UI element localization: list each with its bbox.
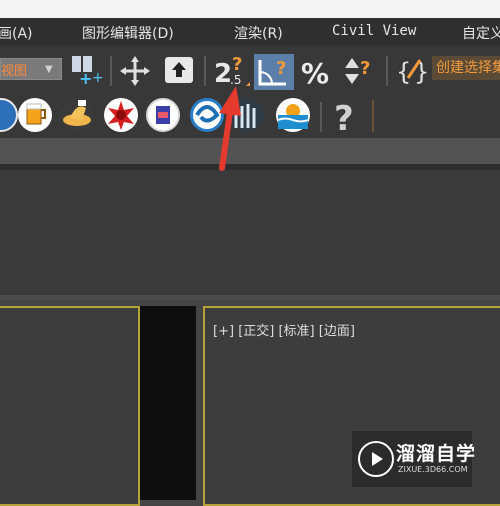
toolbar-divider: [386, 56, 388, 86]
watermark: 溜溜自学 ZIXUE.3D66.COM: [352, 431, 475, 487]
menu-graph-editors[interactable]: 图形编辑器(D): [82, 23, 174, 43]
svg-text:}: }: [414, 58, 429, 86]
edit-named-selection-icon[interactable]: { }: [394, 54, 430, 88]
watermark-title: 溜溜自学: [396, 443, 477, 465]
svg-text:+: +: [92, 70, 104, 86]
viewport-display-edged-faces[interactable]: [边面]: [319, 324, 355, 339]
menu-civil-view[interactable]: Civil View: [332, 23, 416, 39]
help-label: ?: [334, 99, 354, 134]
help-icon[interactable]: ?: [332, 98, 362, 134]
waterfall-icon[interactable]: [230, 98, 264, 132]
angle-snap-icon[interactable]: ?: [254, 54, 294, 90]
snap-25-sub: .5: [230, 73, 241, 87]
menu-bar: 动画(A) 图形编辑器(D) 渲染(R) Civil View 自定义: [0, 18, 500, 46]
toolbar-divider: [320, 102, 322, 132]
svg-text:{: {: [396, 58, 411, 86]
ribbon-band: [0, 138, 500, 164]
main-toolbar: 视图 ▼ + + 2 .5 ? ? % ? {} 创建选择集: [0, 46, 500, 96]
viewport-shading-standard[interactable]: [标准]: [278, 324, 314, 339]
named-selection-field[interactable]: 创建选择集: [432, 56, 500, 80]
viewport-menu-plus[interactable]: [+]: [213, 324, 234, 339]
selection-filter-value: 视图: [1, 64, 28, 79]
viewport-view-orthographic[interactable]: [正交]: [238, 324, 274, 339]
upload-icon[interactable]: [164, 56, 194, 84]
snap-icon[interactable]: + +: [70, 54, 104, 86]
swirl-icon[interactable]: [190, 98, 224, 132]
teapot-render-icon[interactable]: [60, 98, 94, 132]
toolbar-divider: [372, 100, 374, 132]
selection-filter-dropdown[interactable]: 视图 ▼: [0, 58, 62, 80]
toolbar-divider: [110, 56, 112, 86]
command-panel-area: [0, 170, 500, 300]
menu-animation[interactable]: 动画(A): [0, 23, 33, 43]
menu-customize[interactable]: 自定义: [462, 23, 500, 43]
play-logo-icon: [358, 441, 394, 477]
menu-rendering[interactable]: 渲染(R): [234, 23, 283, 43]
chevron-down-icon: ▼: [45, 64, 53, 75]
svg-text:+: +: [79, 69, 92, 86]
splash-red-icon[interactable]: [104, 98, 138, 132]
viewport-separator: [140, 306, 196, 500]
spinner-snap-icon[interactable]: ?: [342, 54, 378, 88]
svg-text:?: ?: [276, 58, 286, 79]
percent-snap-icon[interactable]: %: [300, 56, 336, 88]
render-setup-icon[interactable]: [0, 98, 18, 132]
move-icon[interactable]: [120, 56, 150, 86]
snap-25-icon[interactable]: 2 .5 ?: [212, 54, 250, 88]
window-top-strip: [0, 0, 500, 18]
watermark-url: ZIXUE.3D66.COM: [398, 465, 468, 474]
ocean-sunset-icon[interactable]: [276, 98, 310, 132]
toolbar-divider: [204, 56, 206, 86]
svg-text:?: ?: [232, 54, 242, 75]
svg-text:?: ?: [360, 58, 370, 79]
jar-icon[interactable]: [146, 98, 180, 132]
percent-label: %: [301, 57, 329, 88]
viewport-label: [+] [正交] [标准] [边面]: [213, 320, 355, 339]
viewport-left[interactable]: [0, 306, 140, 506]
panel-divider: [0, 295, 500, 300]
secondary-toolbar: ?: [0, 96, 500, 138]
beer-mug-icon[interactable]: [18, 98, 52, 132]
